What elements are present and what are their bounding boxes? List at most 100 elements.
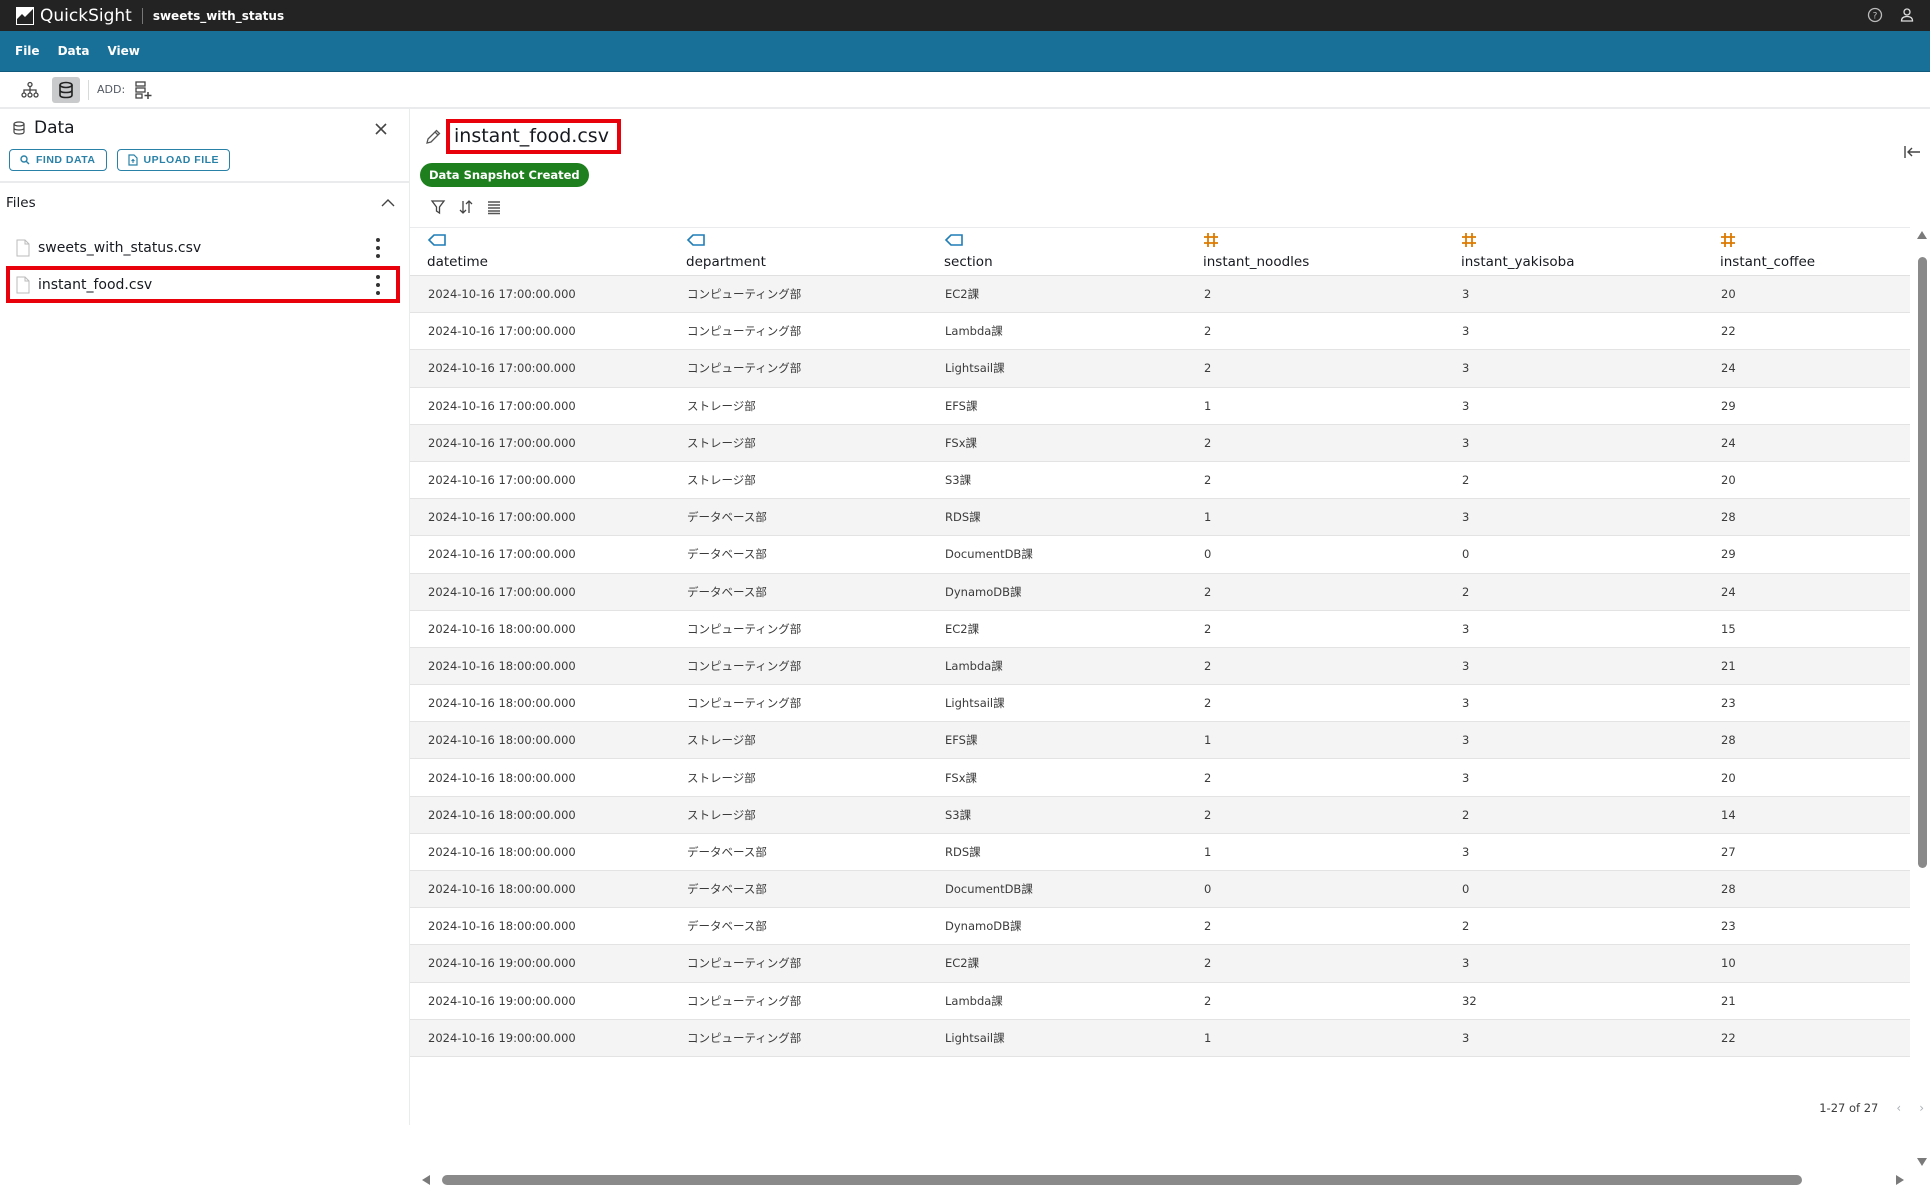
cell-instant-yakisoba: 3 — [1462, 844, 1470, 859]
dataset-title[interactable]: instant_food.csv — [446, 119, 621, 154]
table-row[interactable]: 2024-10-16 18:00:00.000 ストレージ部 EFS課 1 3 28 — [410, 722, 1910, 760]
relationship-view-button[interactable] — [16, 77, 44, 103]
column-header-instant-coffee[interactable]: instant_coffee — [1703, 228, 1910, 276]
toolbar-divider — [88, 79, 89, 100]
table-row[interactable]: 2024-10-16 19:00:00.000 コンピューティング部 EC2課 2 3 1… — [410, 945, 1910, 983]
cell-instant-coffee: 10 — [1721, 956, 1736, 971]
cell-instant-yakisoba: 3 — [1462, 287, 1470, 302]
cell-section: RDS課 — [945, 510, 981, 525]
cell-instant-yakisoba: 2 — [1462, 919, 1470, 934]
table-row[interactable]: 2024-10-16 17:00:00.000 コンピューティング部 Lightsa… — [410, 350, 1910, 388]
dataset-preview: instant_food.csv Data Snapshot Created d… — [410, 109, 1930, 1185]
table-row[interactable]: 2024-10-16 17:00:00.000 データベース部 DynamoDB課 2… — [410, 573, 1910, 611]
filter-icon[interactable] — [430, 199, 446, 215]
file-menu-button[interactable] — [375, 238, 381, 258]
file-menu-button[interactable] — [375, 275, 381, 295]
analysis-title[interactable]: sweets_with_status — [153, 9, 284, 23]
table-row[interactable]: 2024-10-16 18:00:00.000 データベース部 DocumentDB… — [410, 871, 1910, 909]
file-item-instant-food[interactable]: instant_food.csv — [6, 266, 400, 303]
file-item-sweets-with-status[interactable]: sweets_with_status.csv — [0, 229, 409, 266]
cell-section: Lambda課 — [945, 658, 1003, 673]
upload-file-icon — [127, 154, 138, 166]
cell-instant-yakisoba: 3 — [1462, 510, 1470, 525]
cell-section: DocumentDB課 — [945, 547, 1033, 562]
scroll-up-arrow-icon[interactable] — [1917, 231, 1927, 239]
column-name: datetime — [427, 254, 488, 270]
search-icon — [20, 155, 30, 165]
hierarchy-icon — [21, 81, 39, 98]
chevron-up-icon[interactable] — [381, 198, 395, 208]
next-page-button[interactable]: › — [1919, 1101, 1924, 1115]
table-row[interactable]: 2024-10-16 18:00:00.000 ストレージ部 FSx課 2 3 20 — [410, 759, 1910, 797]
table-row[interactable]: 2024-10-16 17:00:00.000 データベース部 RDS課 1 3 28 — [410, 499, 1910, 537]
cell-datetime: 2024-10-16 18:00:00.000 — [428, 621, 576, 636]
scroll-right-arrow-icon[interactable] — [1896, 1175, 1904, 1185]
collapse-panel-button[interactable] — [1902, 142, 1922, 162]
row-density-icon[interactable] — [486, 199, 502, 215]
user-icon[interactable] — [1898, 6, 1916, 24]
table-row[interactable]: 2024-10-16 17:00:00.000 ストレージ部 EFS課 1 3 29 — [410, 387, 1910, 425]
quicksight-logo[interactable]: QuickSight — [16, 6, 132, 26]
menu-bar: File Data View — [0, 31, 1930, 72]
cell-datetime: 2024-10-16 17:00:00.000 — [428, 398, 576, 413]
file-name: instant_food.csv — [38, 276, 153, 293]
horizontal-scroll-thumb[interactable] — [442, 1175, 1802, 1185]
cell-instant-coffee: 23 — [1721, 919, 1736, 934]
cell-instant-noodles: 1 — [1204, 1030, 1212, 1045]
cell-instant-coffee: 24 — [1721, 361, 1736, 376]
table-row[interactable]: 2024-10-16 17:00:00.000 データベース部 DocumentDB… — [410, 536, 1910, 574]
sort-icon[interactable] — [458, 199, 474, 215]
table-row[interactable]: 2024-10-16 19:00:00.000 コンピューティング部 Lambda課… — [410, 982, 1910, 1020]
cell-instant-coffee: 29 — [1721, 547, 1736, 562]
pencil-icon[interactable] — [424, 128, 442, 146]
cell-instant-coffee: 15 — [1721, 621, 1736, 636]
column-header-datetime[interactable]: datetime — [410, 228, 669, 276]
files-section-header[interactable]: Files — [0, 183, 409, 223]
cell-instant-yakisoba: 2 — [1462, 807, 1470, 822]
column-header-instant-yakisoba[interactable]: instant_yakisoba — [1444, 228, 1703, 276]
table-row[interactable]: 2024-10-16 18:00:00.000 データベース部 DynamoDB課 2… — [410, 908, 1910, 946]
menu-data[interactable]: Data — [58, 44, 90, 58]
horizontal-scrollbar[interactable] — [410, 1170, 1910, 1190]
cell-instant-yakisoba: 2 — [1462, 584, 1470, 599]
menu-file[interactable]: File — [15, 44, 40, 58]
cell-section: RDS課 — [945, 844, 981, 859]
table-row[interactable]: 2024-10-16 18:00:00.000 データベース部 RDS課 1 3 27 — [410, 833, 1910, 871]
cell-instant-yakisoba: 3 — [1462, 696, 1470, 711]
column-header-section[interactable]: section — [927, 228, 1186, 276]
cell-datetime: 2024-10-16 17:00:00.000 — [428, 435, 576, 450]
table-row[interactable]: 2024-10-16 18:00:00.000 コンピューティング部 Lambda課… — [410, 647, 1910, 686]
cell-instant-coffee: 22 — [1721, 324, 1736, 339]
table-row[interactable]: 2024-10-16 18:00:00.000 コンピューティング部 EC2課 2 3 1… — [410, 610, 1910, 648]
cell-section: EC2課 — [945, 621, 980, 636]
column-header-instant-noodles[interactable]: instant_noodles — [1186, 228, 1444, 276]
table-row[interactable]: 2024-10-16 18:00:00.000 コンピューティング部 Lightsa… — [410, 685, 1910, 723]
scroll-down-arrow-icon[interactable] — [1917, 1158, 1927, 1166]
cell-instant-coffee: 29 — [1721, 398, 1736, 413]
data-view-button[interactable] — [52, 76, 80, 103]
vertical-scrollbar[interactable] — [1915, 227, 1930, 1170]
cell-datetime: 2024-10-16 17:00:00.000 — [428, 510, 576, 525]
table-row[interactable]: 2024-10-16 17:00:00.000 コンピューティング部 EC2課 2 3 2… — [410, 276, 1910, 314]
close-panel-button[interactable] — [373, 121, 389, 137]
table-row[interactable]: 2024-10-16 17:00:00.000 ストレージ部 FSx課 2 3 24 — [410, 424, 1910, 462]
table-row[interactable]: 2024-10-16 17:00:00.000 コンピューティング部 Lambda課… — [410, 313, 1910, 351]
database-icon — [59, 81, 73, 98]
add-data-button[interactable] — [129, 77, 157, 103]
help-icon[interactable]: ? — [1866, 6, 1884, 24]
column-name: instant_noodles — [1203, 254, 1310, 270]
cell-department: コンピューティング部 — [687, 324, 802, 339]
cell-department: コンピューティング部 — [687, 621, 802, 636]
upload-file-button[interactable]: UPLOAD FILE — [116, 149, 231, 171]
number-type-icon — [1461, 232, 1481, 250]
prev-page-button[interactable]: ‹ — [1896, 1101, 1901, 1115]
table-row[interactable]: 2024-10-16 17:00:00.000 ストレージ部 S3課 2 2 20 — [410, 461, 1910, 500]
vertical-scroll-thumb[interactable] — [1918, 257, 1927, 868]
table-row[interactable]: 2024-10-16 19:00:00.000 コンピューティング部 Lightsa… — [410, 1019, 1910, 1057]
cell-instant-noodles: 1 — [1204, 510, 1212, 525]
find-data-button[interactable]: FIND DATA — [9, 149, 107, 171]
scroll-left-arrow-icon[interactable] — [422, 1175, 430, 1185]
table-row[interactable]: 2024-10-16 18:00:00.000 ストレージ部 S3課 2 2 14 — [410, 796, 1910, 834]
column-header-department[interactable]: department — [669, 228, 927, 276]
menu-view[interactable]: View — [107, 44, 139, 58]
